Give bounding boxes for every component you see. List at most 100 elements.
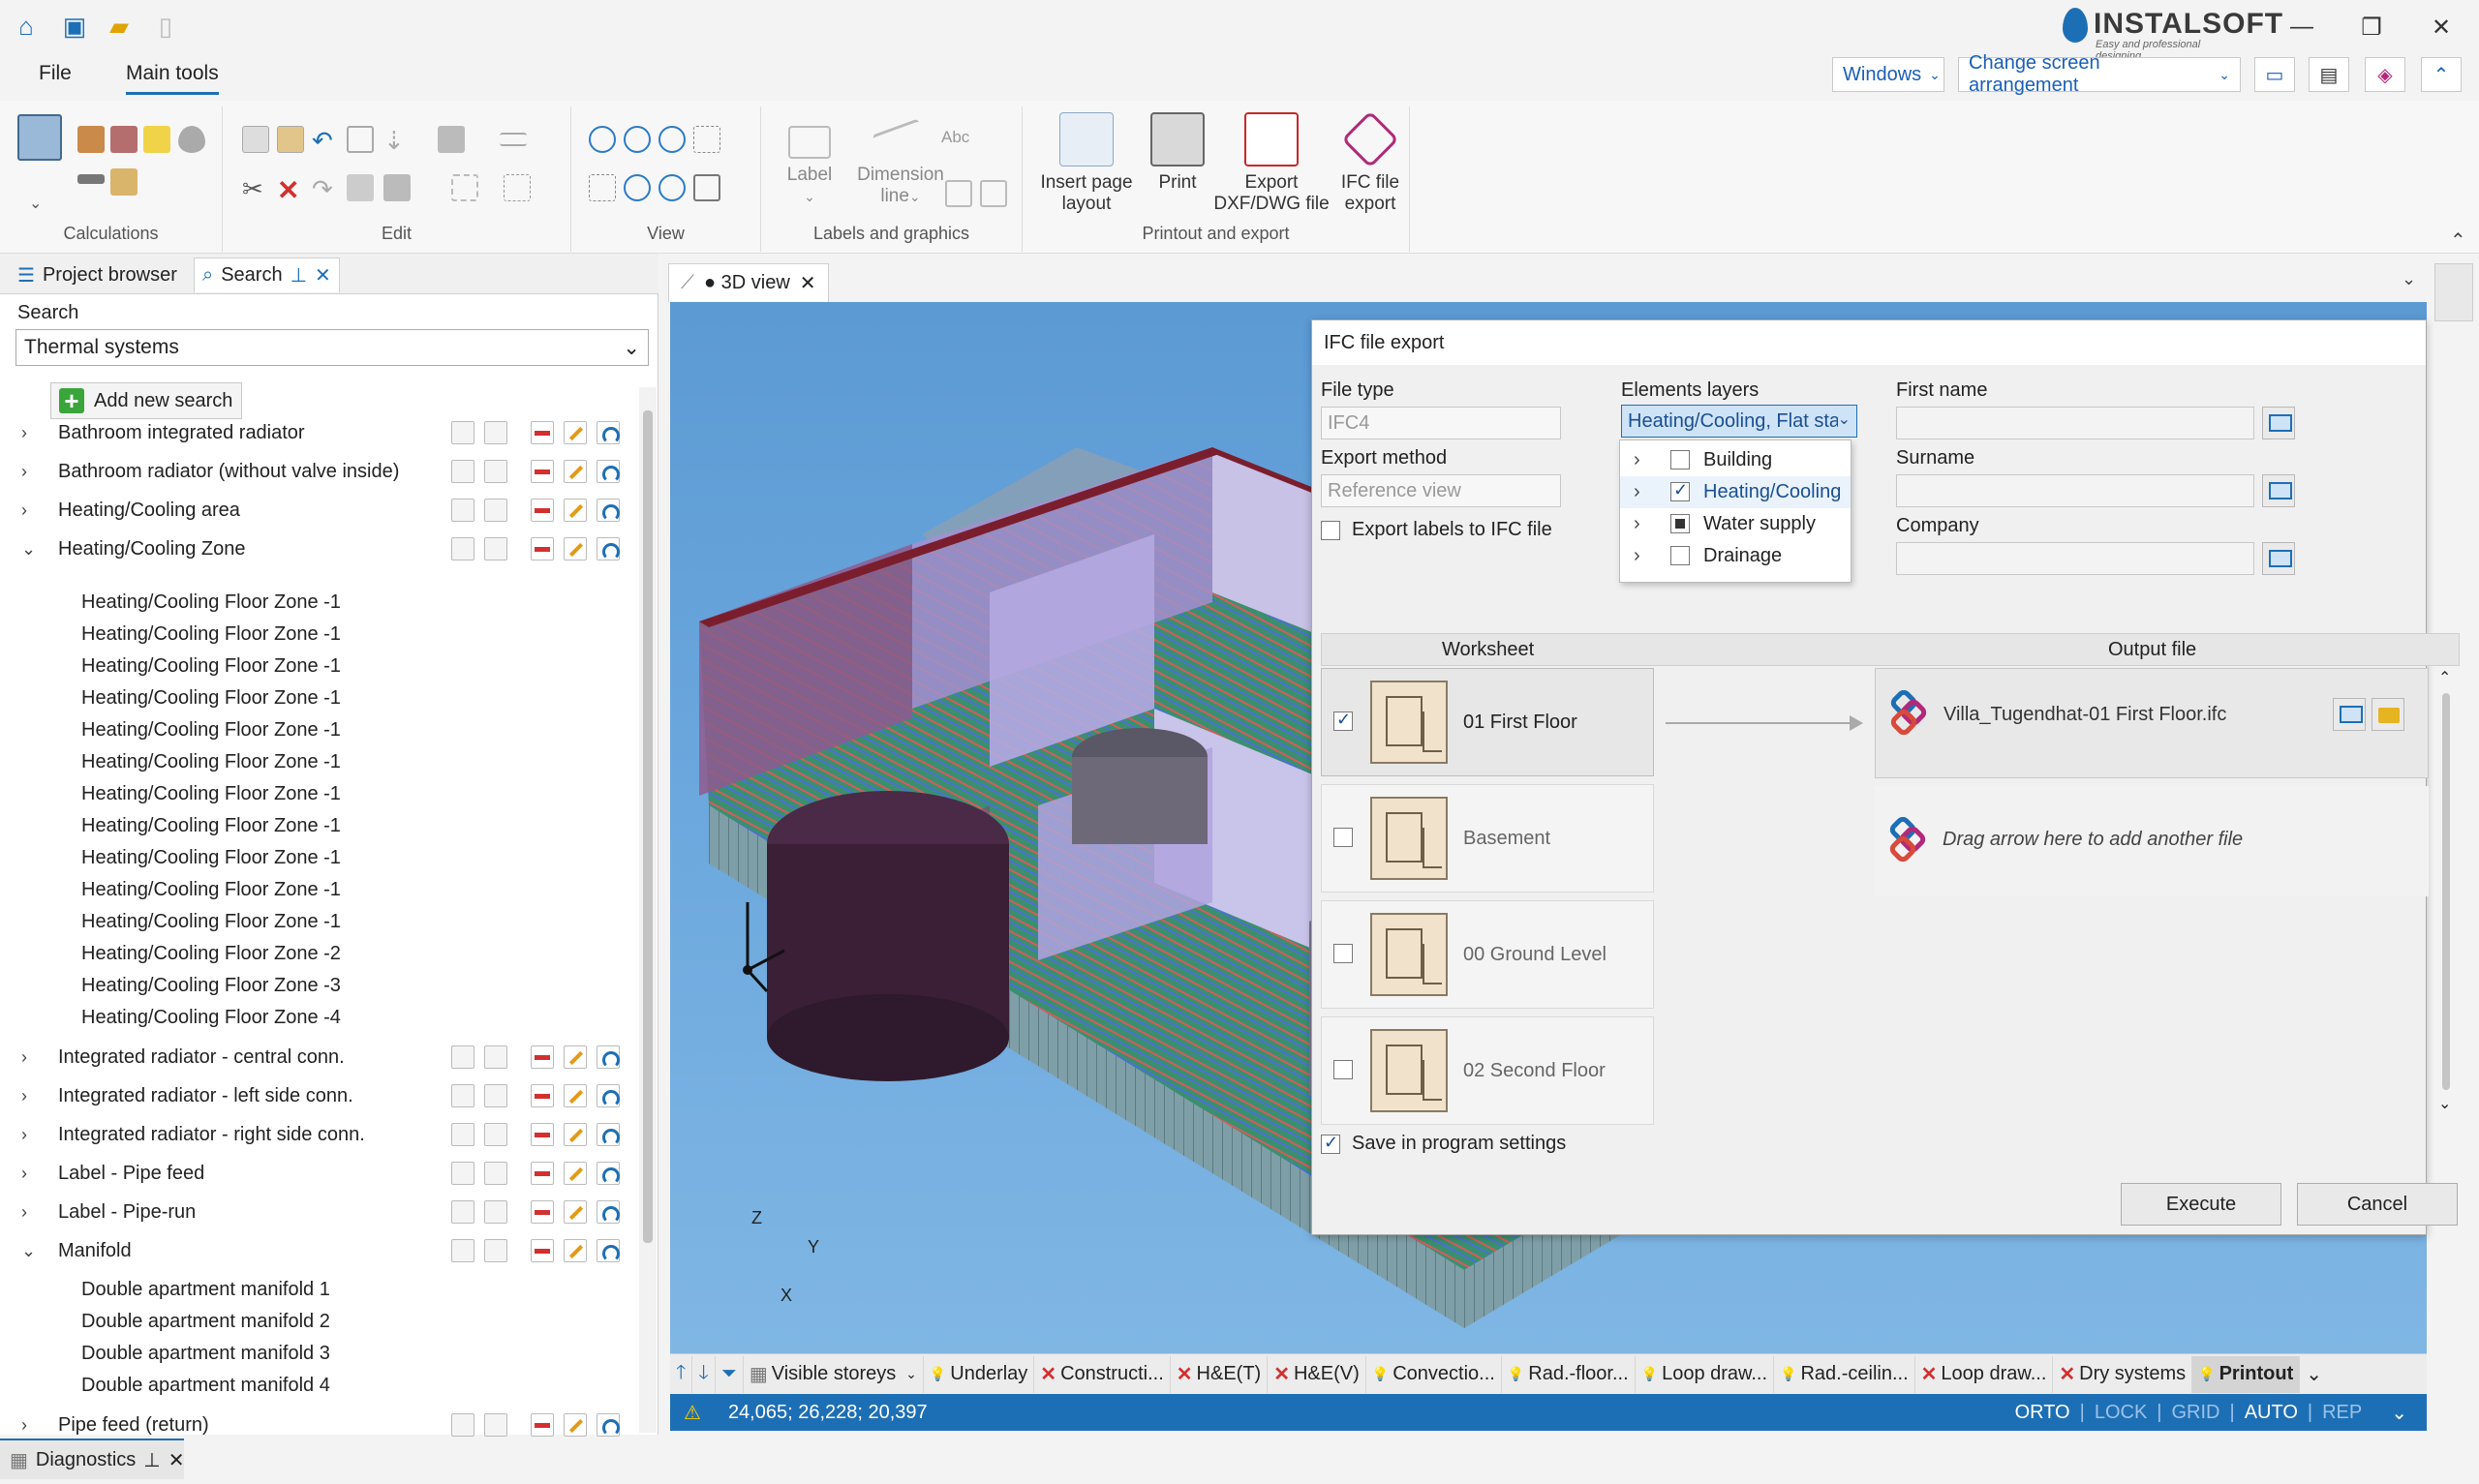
export-dxf-button[interactable]: Export DXF/DWG file: [1209, 112, 1334, 215]
auto-toggle[interactable]: AUTO: [2245, 1402, 2298, 1424]
edit-icon[interactable]: [564, 1239, 587, 1262]
tree-child-item[interactable]: Heating/Cooling Floor Zone -1: [0, 874, 639, 906]
edit-icon[interactable]: [564, 1123, 587, 1146]
windows-dropdown[interactable]: Windows ⌄: [1832, 57, 1944, 92]
select-all-icon[interactable]: [484, 421, 507, 444]
side-docked-panel-tab[interactable]: [2434, 263, 2473, 321]
zoom-out-icon[interactable]: [624, 126, 651, 153]
tree-group-item[interactable]: › Integrated radiator - right side conn.: [0, 1119, 639, 1151]
frame-icon[interactable]: [347, 126, 374, 153]
tree-child-item[interactable]: Double apartment manifold 1: [0, 1274, 639, 1306]
refresh-icon[interactable]: [597, 499, 620, 522]
tree-child-item[interactable]: Heating/Cooling Floor Zone -1: [0, 778, 639, 810]
ifc-icon[interactable]: ◈: [2365, 57, 2405, 92]
label-button[interactable]: Label ⌄: [771, 112, 848, 207]
select-all-icon[interactable]: [484, 1239, 507, 1262]
drop-icon[interactable]: [178, 126, 205, 153]
chevron-right-icon[interactable]: ›: [21, 1086, 37, 1106]
diagnostics-tab[interactable]: ▦ Diagnostics ⊥ ✕: [0, 1439, 184, 1479]
select-icon[interactable]: [451, 537, 474, 560]
remove-icon[interactable]: [531, 421, 554, 444]
select-all-icon[interactable]: [484, 1162, 507, 1185]
export-method-field[interactable]: Reference view: [1321, 474, 1561, 507]
chevron-right-icon[interactable]: ›: [21, 1125, 37, 1145]
close-icon[interactable]: ✕: [168, 1448, 185, 1472]
scrollbar-thumb[interactable]: [2442, 693, 2450, 1090]
remove-icon[interactable]: [531, 1200, 554, 1224]
chevron-right-icon[interactable]: ›: [21, 423, 37, 443]
tree-child-item[interactable]: Heating/Cooling Floor Zone -1: [0, 587, 639, 619]
tree-group-item[interactable]: › Label - Pipe-run: [0, 1196, 639, 1228]
rep-toggle[interactable]: REP: [2322, 1402, 2362, 1424]
worksheet-row[interactable]: 01 First Floor: [1321, 668, 1654, 776]
zoom-select-icon[interactable]: [589, 174, 616, 201]
insert-icon[interactable]: ⇣: [383, 126, 411, 155]
first-name-input[interactable]: [1896, 407, 2254, 439]
open-folder-icon[interactable]: ▰: [103, 10, 136, 43]
worksheet-checkbox[interactable]: [1333, 1060, 1353, 1079]
close-icon[interactable]: ✕: [315, 263, 331, 288]
chevron-down-icon[interactable]: ⌄: [29, 194, 45, 212]
copy-icon[interactable]: [242, 126, 269, 153]
tree-child-item[interactable]: Heating/Cooling Floor Zone -1: [0, 651, 639, 682]
abc-text-tool[interactable]: Abc: [941, 128, 969, 147]
edit-icon[interactable]: [564, 499, 587, 522]
insert-page-layout-button[interactable]: Insert page layout: [1034, 112, 1139, 215]
layer-toggle-item[interactable]: 💡 Underlay: [924, 1355, 1035, 1393]
chevron-down-icon[interactable]: ⌄: [2300, 1356, 2328, 1393]
chevron-down-icon[interactable]: ⌄: [2402, 269, 2416, 289]
chevron-right-icon[interactable]: ›: [21, 1164, 37, 1184]
refresh-icon[interactable]: [597, 1200, 620, 1224]
layer-checkbox[interactable]: [1670, 480, 1690, 501]
refresh-icon[interactable]: [597, 1162, 620, 1185]
worksheet-checkbox[interactable]: [1333, 828, 1353, 847]
tree-group-item[interactable]: ⌄ Manifold: [0, 1235, 639, 1267]
tree-group-item[interactable]: › Integrated radiator - left side conn.: [0, 1080, 639, 1112]
paste-icon[interactable]: [277, 126, 304, 153]
select-all-icon[interactable]: [484, 1045, 507, 1069]
select-icon[interactable]: [451, 1239, 474, 1262]
elements-layers-dropdown[interactable]: Heating/Cooling, Flat sta ⌄: [1621, 405, 1857, 438]
floor-heating-icon[interactable]: [110, 168, 138, 196]
worksheet-row[interactable]: 00 Ground Level: [1321, 900, 1654, 1009]
restore-button[interactable]: ❐: [2347, 8, 2396, 46]
zoom-previous-icon[interactable]: [658, 174, 686, 201]
menu-file[interactable]: File: [39, 62, 72, 85]
refresh-icon[interactable]: [597, 1413, 620, 1437]
tree-child-item[interactable]: Double apartment manifold 4: [0, 1370, 639, 1402]
remove-icon[interactable]: [531, 1162, 554, 1185]
layer-toggle-item[interactable]: 💡 Printout: [2192, 1355, 2301, 1393]
tree-child-item[interactable]: Heating/Cooling Floor Zone -1: [0, 810, 639, 842]
tree-group-item[interactable]: › Bathroom radiator (without valve inside…: [0, 456, 639, 488]
filter-icon[interactable]: ⏷: [716, 1355, 744, 1393]
layer-toggle-item[interactable]: ✕ H&E(V): [1268, 1355, 1366, 1393]
tree-group-item[interactable]: › Bathroom integrated radiator: [0, 417, 639, 449]
remove-icon[interactable]: [531, 499, 554, 522]
table-icon[interactable]: [945, 180, 972, 207]
cut-icon[interactable]: ✂: [242, 174, 269, 203]
select-icon[interactable]: [451, 499, 474, 522]
refresh-icon[interactable]: [597, 1239, 620, 1262]
close-window-button[interactable]: ✕: [2417, 8, 2465, 46]
remove-icon[interactable]: [531, 1413, 554, 1437]
delete-icon[interactable]: ✕: [277, 174, 304, 205]
layer-toggle-item[interactable]: ✕ Constructi...: [1034, 1355, 1171, 1393]
select-all-icon[interactable]: [484, 1413, 507, 1437]
remove-icon[interactable]: [531, 1123, 554, 1146]
layer-toggle-item[interactable]: 💡 Rad.-ceilin...: [1774, 1355, 1915, 1393]
edit-icon[interactable]: [564, 421, 587, 444]
chevron-right-icon[interactable]: ›: [21, 1202, 37, 1223]
link-arrow[interactable]: [1666, 715, 1863, 731]
tree-group-item[interactable]: › Label - Pipe feed: [0, 1158, 639, 1190]
zoom-in-icon[interactable]: [589, 126, 616, 153]
tree-child-item[interactable]: Heating/Cooling Floor Zone -4: [0, 1002, 639, 1034]
worksheet-row[interactable]: Basement: [1321, 784, 1654, 893]
select-all-icon[interactable]: [484, 537, 507, 560]
orto-toggle[interactable]: ORTO: [2015, 1402, 2070, 1424]
zoom-extents-icon[interactable]: [658, 126, 686, 153]
chevron-up-icon[interactable]: ⌃: [2421, 57, 2462, 92]
tree-child-item[interactable]: Heating/Cooling Floor Zone -3: [0, 970, 639, 1002]
home-icon[interactable]: ⌂: [10, 10, 43, 43]
add-file-drop-zone[interactable]: Drag arrow here to add another file: [1875, 786, 2429, 896]
line-icon[interactable]: [500, 133, 527, 146]
